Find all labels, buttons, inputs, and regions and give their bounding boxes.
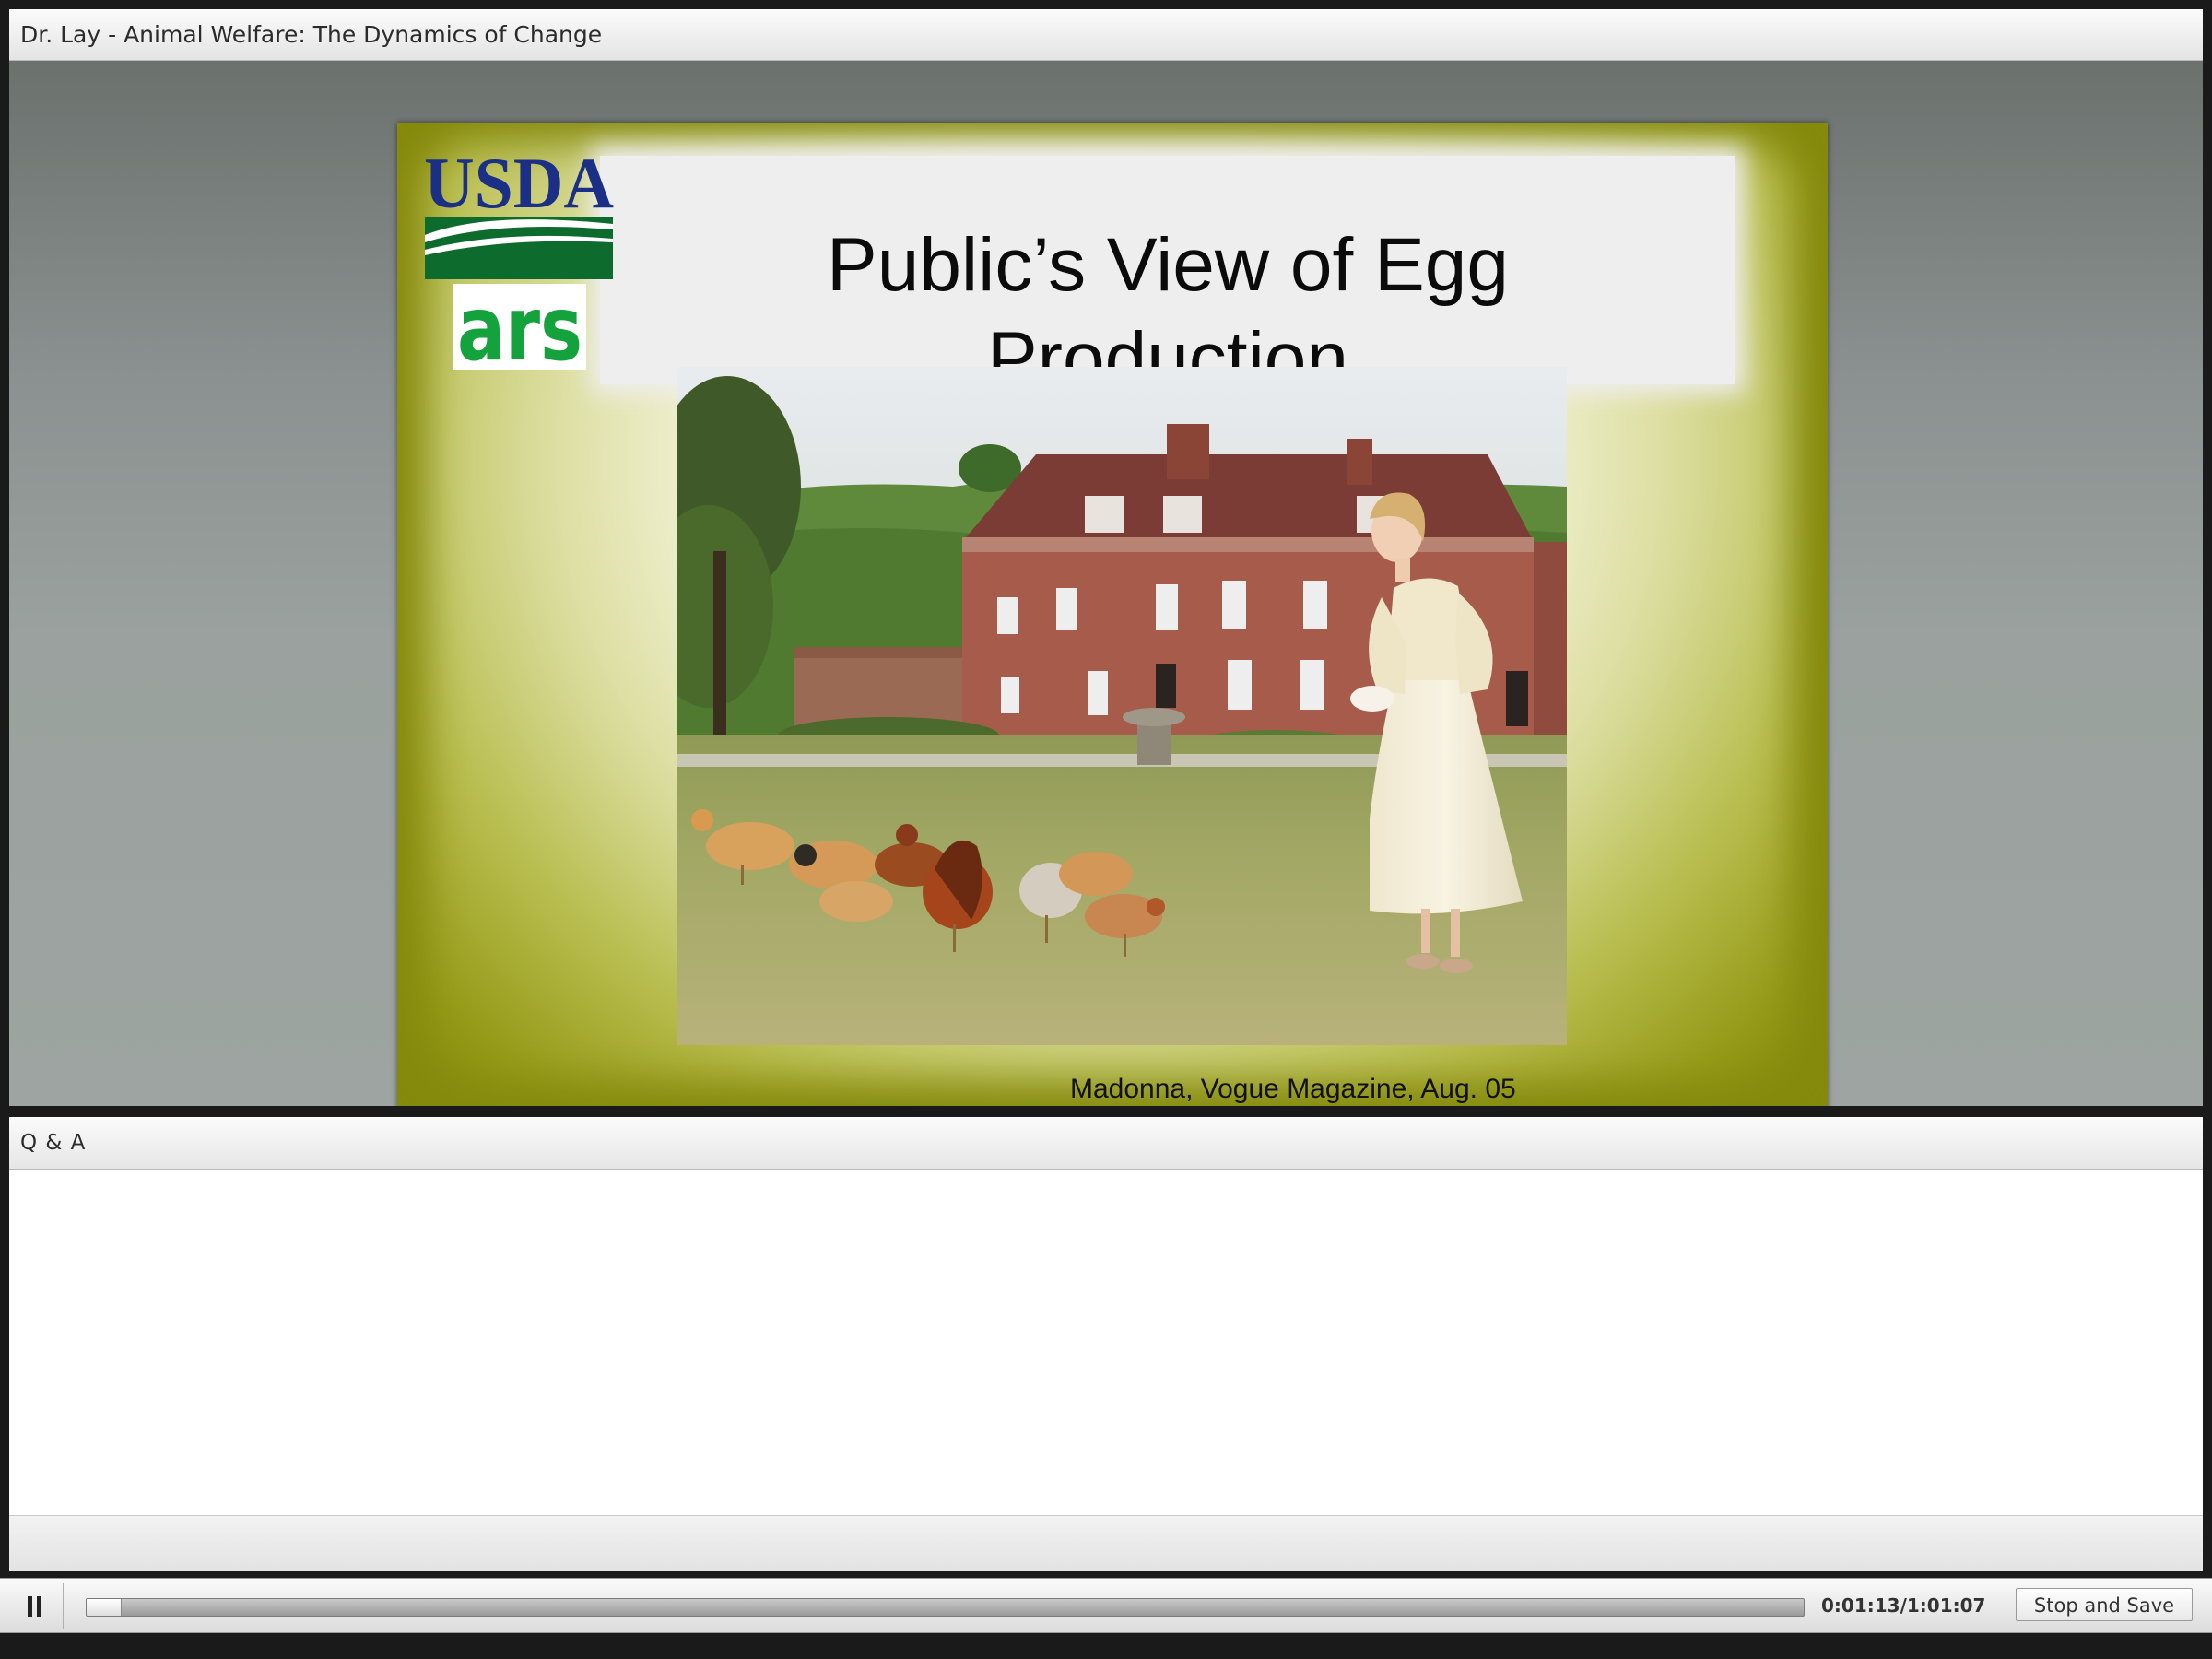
usda-logo: USDA xyxy=(421,143,617,281)
progress-bar[interactable] xyxy=(86,1598,1805,1617)
playback-bar: 0:01:13/1:01:07 Stop and Save xyxy=(0,1578,2212,1633)
pause-button[interactable] xyxy=(4,1583,64,1629)
ars-logo: ars xyxy=(453,277,586,381)
time-readout: 0:01:13/1:01:07 xyxy=(1821,1594,1986,1617)
window-title: Dr. Lay - Animal Welfare: The Dynamics o… xyxy=(20,21,603,48)
qa-header: Q & A xyxy=(9,1117,2203,1170)
qa-footer xyxy=(9,1515,2203,1571)
presentation-titlebar: Dr. Lay - Animal Welfare: The Dynamics o… xyxy=(9,9,2203,61)
slide-title-box: Public’s View of Egg Production xyxy=(600,156,1735,401)
qa-panel: Q & A xyxy=(9,1117,2203,1571)
slide-title-line-1: Public’s View of Egg xyxy=(827,223,1509,307)
stop-and-save-button[interactable]: Stop and Save xyxy=(2016,1588,2193,1621)
usda-logo-text: USDA xyxy=(424,147,614,223)
progress-fill xyxy=(87,1599,123,1616)
ars-logo-text: ars xyxy=(457,284,582,370)
slide-photo xyxy=(677,367,1567,1045)
presentation-panel: Dr. Lay - Animal Welfare: The Dynamics o… xyxy=(9,9,2203,1106)
slide: Public’s View of Egg Production USDA ars xyxy=(397,123,1828,1106)
slide-caption: Madonna, Vogue Magazine, Aug. 05 xyxy=(1070,1074,1516,1104)
slide-stage: Public’s View of Egg Production USDA ars xyxy=(9,61,2203,1106)
qa-title: Q & A xyxy=(20,1131,87,1155)
qa-content-area[interactable] xyxy=(9,1170,2203,1515)
